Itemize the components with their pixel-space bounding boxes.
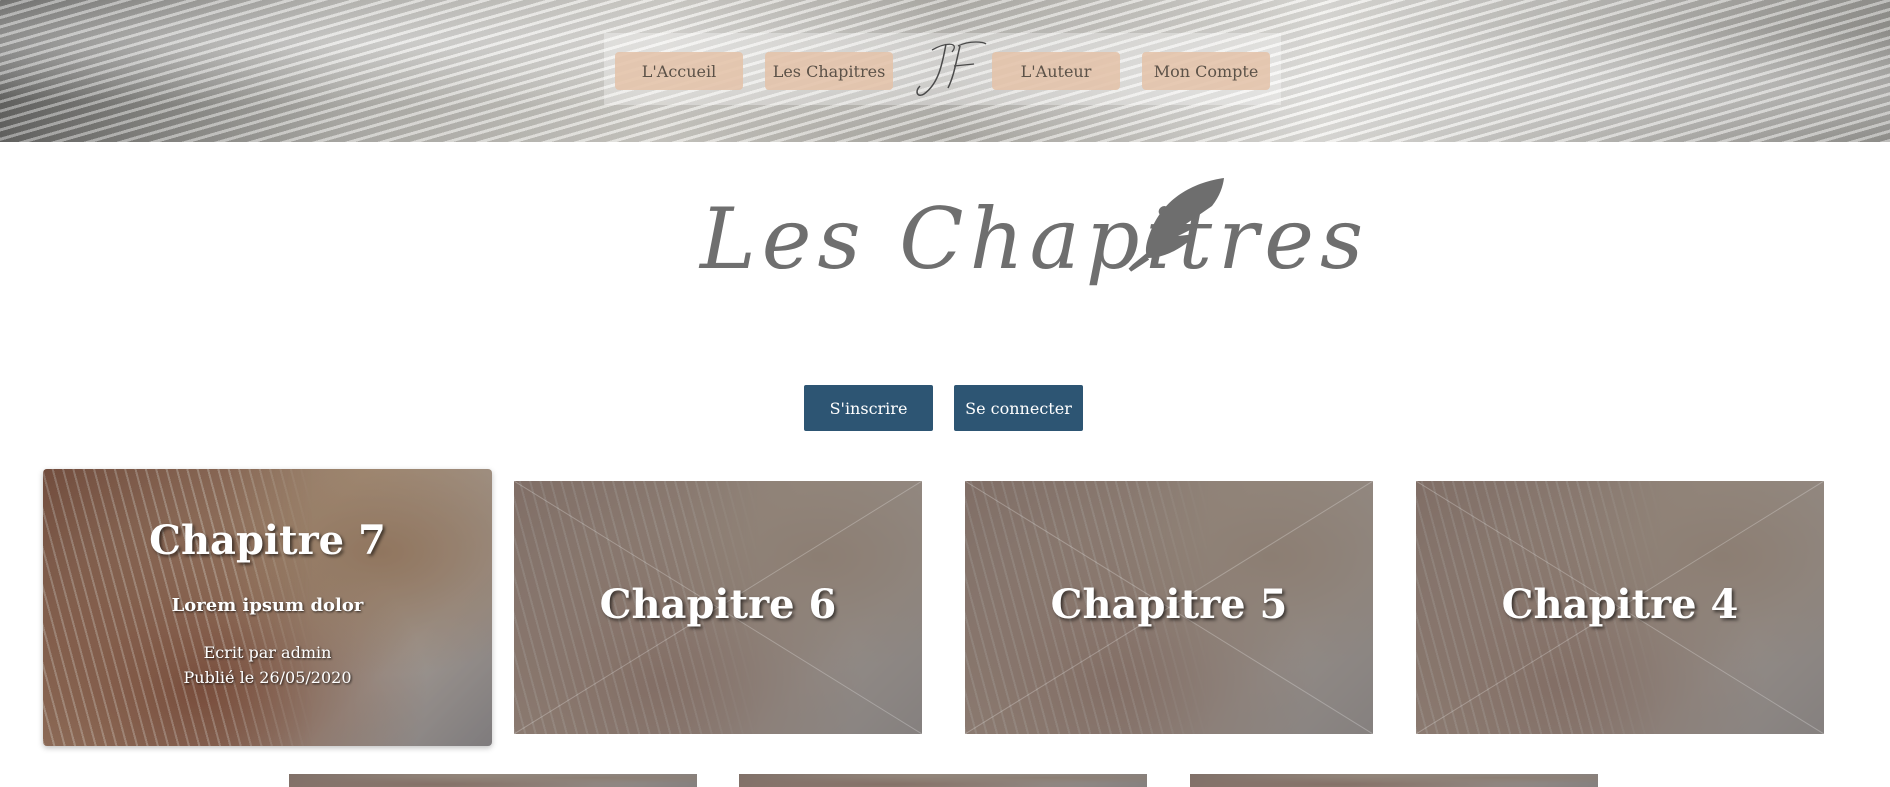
nav-author-label: L'Auteur — [1020, 61, 1092, 81]
chapter-title: Chapitre 7 — [149, 517, 386, 564]
signature-logo-icon[interactable] — [912, 36, 992, 100]
chapter-author: Ecrit par admin — [203, 643, 332, 662]
nav-home-button[interactable]: L'Accueil — [615, 52, 743, 90]
nav-chapters-button[interactable]: Les Chapitres — [765, 52, 893, 90]
chapter-card-featured[interactable]: Chapitre 7 Lorem ipsum dolor Ecrit par a… — [43, 469, 492, 746]
nav-author-button[interactable]: L'Auteur — [992, 52, 1120, 90]
chapter-card-partial[interactable] — [1190, 774, 1598, 787]
nav-chapters-label: Les Chapitres — [772, 61, 886, 81]
page-title-text: Les Chapitres — [700, 190, 1370, 288]
signup-button[interactable]: S'inscrire — [804, 385, 933, 431]
signup-label: S'inscrire — [829, 398, 908, 418]
page-title: Les Chapitres — [700, 160, 1363, 310]
chapter-title: Chapitre 6 — [599, 581, 837, 628]
chapter-card[interactable]: Chapitre 6 — [514, 481, 922, 734]
nav-account-label: Mon Compte — [1153, 61, 1259, 81]
chapter-card-partial[interactable] — [289, 774, 697, 787]
nav-account-button[interactable]: Mon Compte — [1142, 52, 1270, 90]
chapter-excerpt: Lorem ipsum dolor — [171, 595, 364, 616]
login-button[interactable]: Se connecter — [954, 385, 1083, 431]
quill-icon — [1128, 178, 1224, 272]
login-label: Se connecter — [965, 398, 1072, 418]
nav-home-label: L'Accueil — [641, 61, 717, 81]
chapter-date: Publié le 26/05/2020 — [183, 668, 352, 687]
chapter-title: Chapitre 4 — [1501, 581, 1739, 628]
chapter-title: Chapitre 5 — [1050, 581, 1288, 628]
chapter-card[interactable]: Chapitre 4 — [1416, 481, 1824, 734]
chapter-card[interactable]: Chapitre 5 — [965, 481, 1373, 734]
chapter-card-partial[interactable] — [739, 774, 1147, 787]
